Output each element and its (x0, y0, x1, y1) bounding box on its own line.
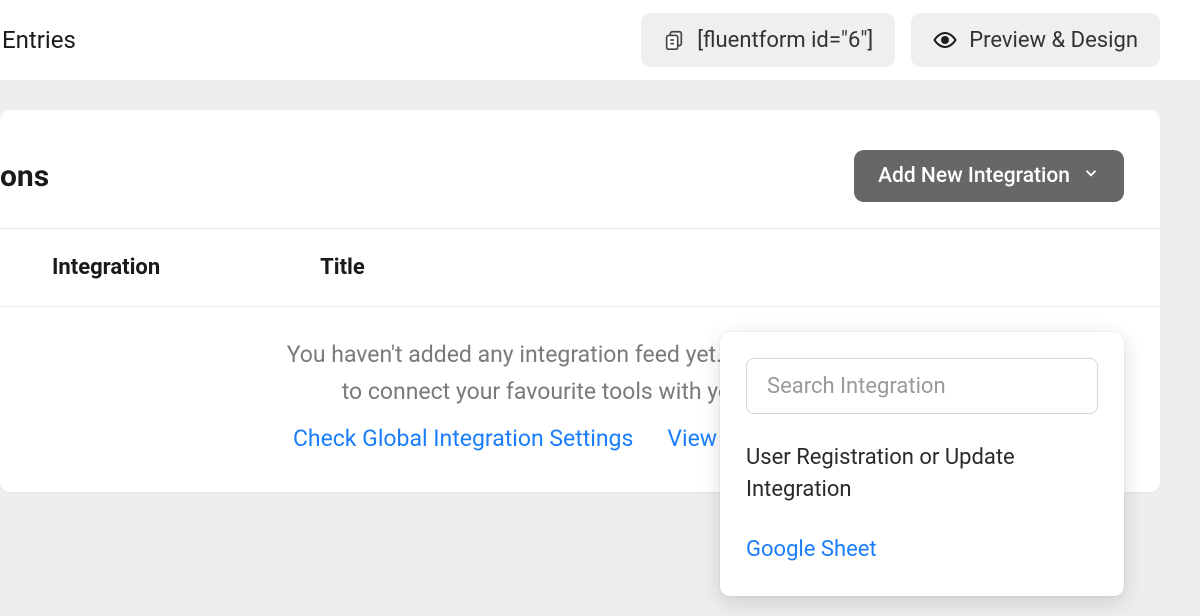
column-integration: Integration (52, 255, 160, 280)
integrations-card: ons Add New Integration Integration Titl… (0, 110, 1160, 492)
integration-option-user-registration[interactable]: User Registration or Update Integration (746, 442, 1098, 506)
chevron-down-icon (1082, 164, 1100, 188)
table-header: Integration Title (0, 229, 1160, 306)
tab-entries[interactable]: Entries (0, 26, 76, 54)
shortcode-pill[interactable]: [fluentform id="6"] (641, 13, 895, 67)
topbar: Entries [fluentform id="6"] Preview & De (0, 0, 1200, 80)
add-new-integration-button[interactable]: Add New Integration (854, 150, 1124, 202)
topbar-actions: [fluentform id="6"] Preview & Design (641, 13, 1160, 67)
search-integration-input[interactable] (746, 358, 1098, 414)
preview-design-button[interactable]: Preview & Design (911, 13, 1160, 67)
page-title: ons (0, 159, 49, 194)
add-new-integration-label: Add New Integration (878, 164, 1070, 188)
eye-icon (933, 28, 957, 52)
shortcode-text: [fluentform id="6"] (697, 28, 873, 53)
add-integration-popover: User Registration or Update Integration … (720, 332, 1124, 596)
card-header: ons Add New Integration (0, 110, 1160, 228)
integration-option-google-sheet[interactable]: Google Sheet (746, 534, 1098, 566)
column-title: Title (320, 255, 365, 280)
preview-design-label: Preview & Design (969, 28, 1138, 53)
copy-icon (663, 29, 685, 51)
link-global-integration-settings[interactable]: Check Global Integration Settings (293, 425, 633, 452)
